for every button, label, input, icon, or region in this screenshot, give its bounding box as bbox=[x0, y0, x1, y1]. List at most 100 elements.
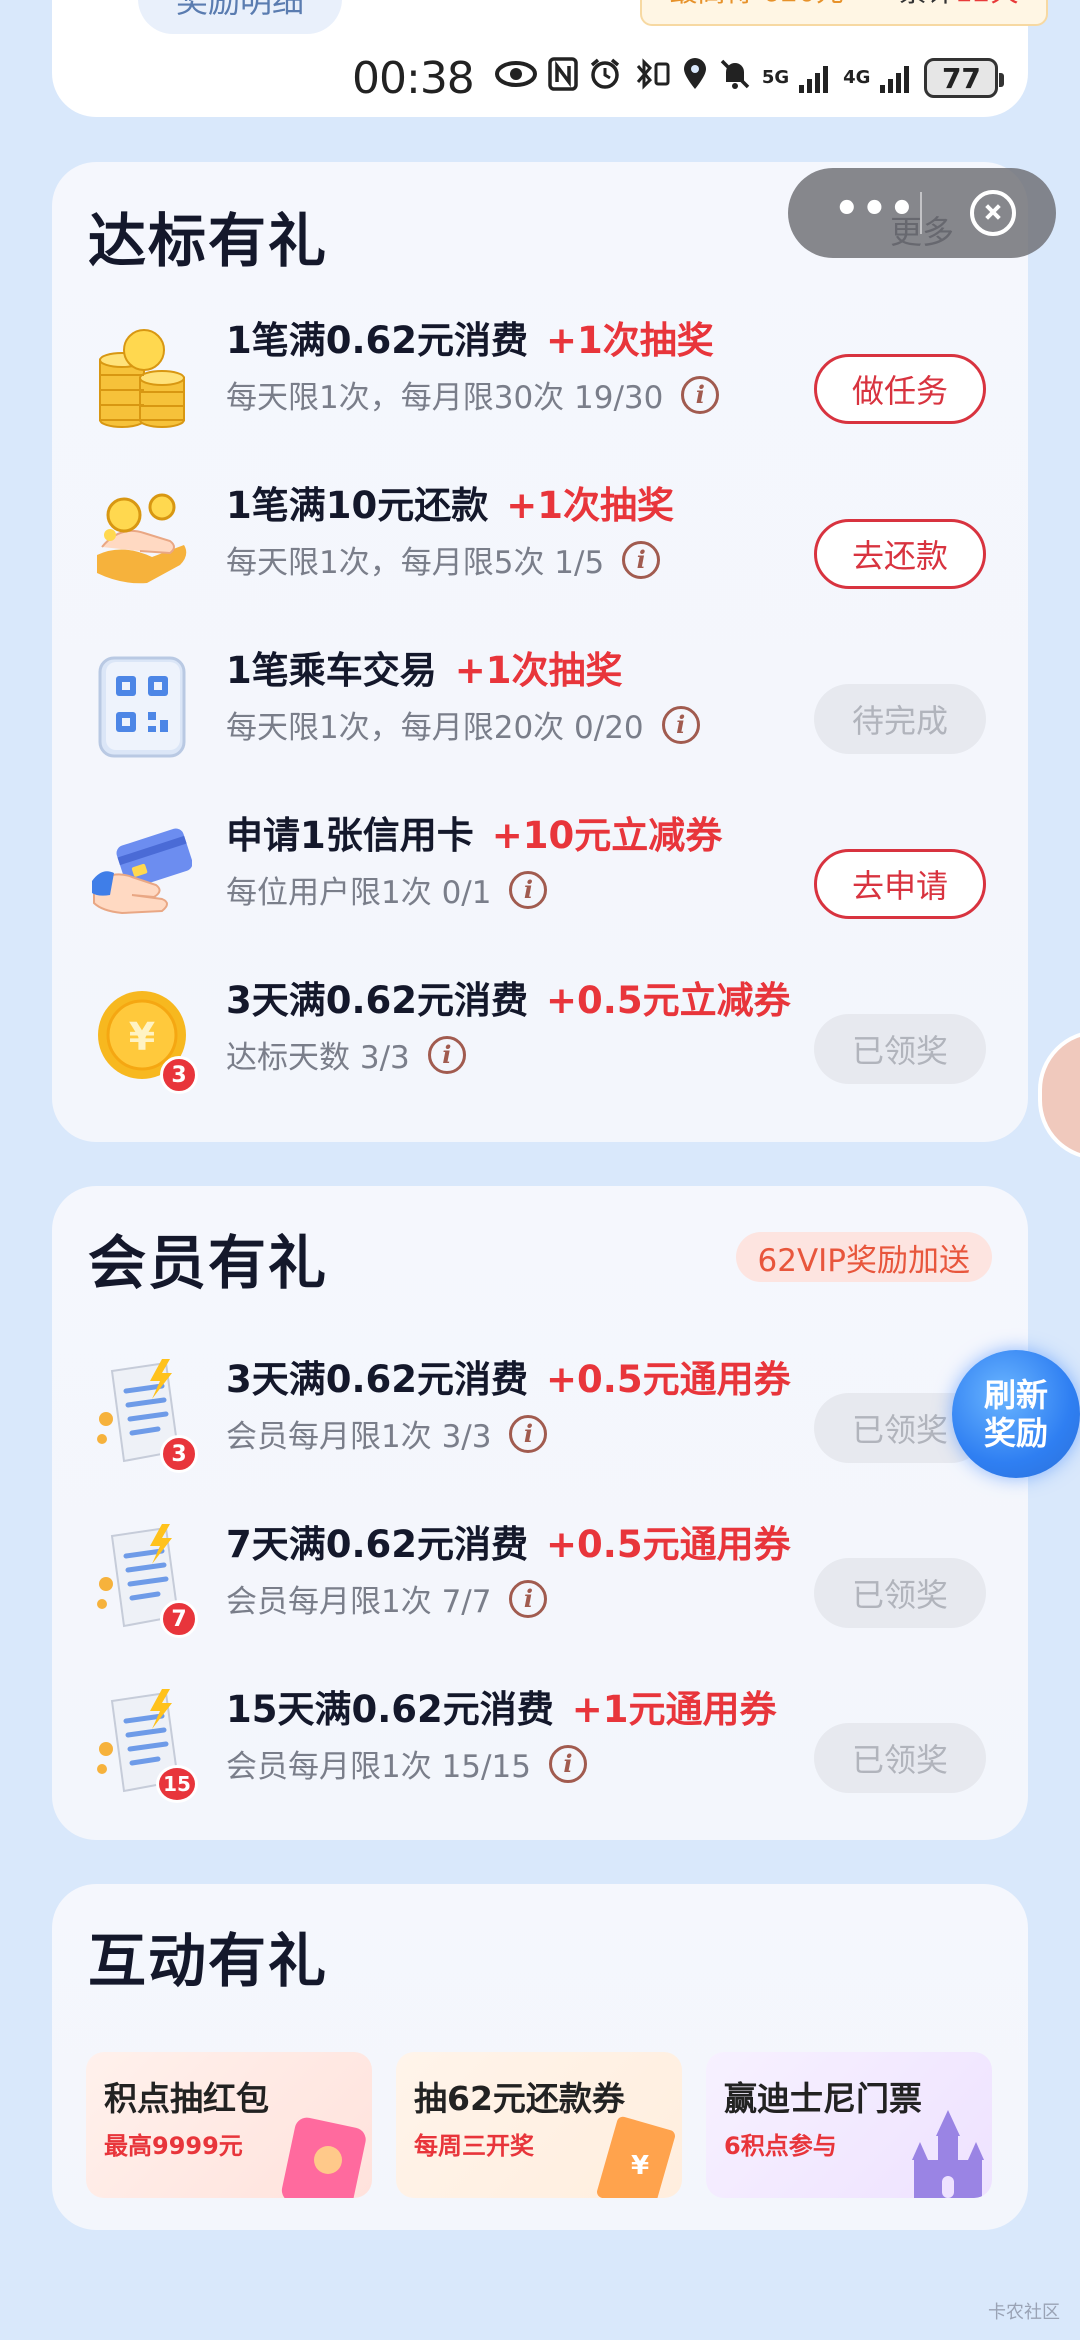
task-row: 1笔满10元还款 +1次抽奖 每天限1次，每月限5次 1/5 i 去还款 bbox=[52, 475, 1028, 615]
vip-bonus-tag: 62VIP奖励加送 bbox=[735, 1232, 992, 1282]
task-subtitle: 会员每月限1次 15/15 i bbox=[226, 1741, 587, 1786]
task-name: 1笔满0.62元消费 bbox=[226, 319, 529, 362]
coupon-ticket-icon: ¥ bbox=[597, 2116, 675, 2198]
info-icon[interactable]: i bbox=[661, 705, 700, 744]
task-row: 1笔满0.62元消费 +1次抽奖 每天限1次，每月限30次 19/30 i 做任务 bbox=[52, 310, 1028, 450]
svg-text:¥: ¥ bbox=[129, 1015, 155, 1059]
button-label: 去申请 bbox=[851, 867, 948, 905]
task-name: 1笔满10元还款 bbox=[226, 484, 489, 527]
claimed-button: 已领奖 bbox=[814, 1558, 986, 1628]
task-limit: 会员每月限1次 15/15 bbox=[226, 1749, 531, 1785]
task-reward: +10元立减券 bbox=[491, 814, 723, 857]
reward-detail-label: 奖励明细 bbox=[175, 0, 304, 20]
task-subtitle: 每位用户限1次 0/1 i bbox=[226, 867, 548, 912]
mini-program-capsule: ••• bbox=[788, 168, 1056, 258]
vip-tag-label: 62VIP奖励加送 bbox=[757, 1242, 971, 1279]
do-task-button[interactable]: 做任务 bbox=[814, 354, 986, 424]
task-subtitle: 每天限1次，每月限5次 1/5 i bbox=[226, 537, 661, 582]
streak-days: 累计12天 bbox=[899, 0, 1019, 10]
section-title-vip: 会员有礼 bbox=[88, 1216, 328, 1300]
info-icon[interactable]: i bbox=[548, 1744, 587, 1783]
task-name: 3天满0.62元消费 bbox=[226, 1358, 529, 1401]
task-reward: +0.5元立减券 bbox=[546, 979, 791, 1022]
task-row: 申请1张信用卡 +10元立减券 每位用户限1次 0/1 i 去申请 bbox=[52, 805, 1028, 945]
info-icon[interactable]: i bbox=[622, 540, 661, 579]
task-title: 1笔乘车交易 +1次抽奖 bbox=[226, 640, 623, 694]
max-reward: 最高得 620元 bbox=[669, 0, 843, 10]
task-limit: 会员每月限1次 3/3 bbox=[226, 1419, 492, 1455]
disney-ticket-tile[interactable]: 赢迪士尼门票 6积点参与 bbox=[706, 2052, 992, 2198]
button-label: 待完成 bbox=[851, 702, 948, 740]
pending-button: 待完成 bbox=[814, 684, 986, 754]
alarm-icon bbox=[588, 57, 622, 100]
button-label: 已领奖 bbox=[851, 1741, 948, 1779]
qr-code-icon bbox=[92, 650, 192, 760]
watermark: 卡农社区 bbox=[988, 2302, 1060, 2323]
receipt-lightning-icon: 3 bbox=[92, 1359, 198, 1473]
info-icon[interactable]: i bbox=[509, 870, 548, 909]
mute-bell-icon bbox=[718, 57, 752, 100]
info-icon[interactable]: i bbox=[681, 375, 720, 414]
task-reward: +0.5元通用券 bbox=[546, 1358, 791, 1401]
task-subtitle: 每天限1次，每月限20次 0/20 i bbox=[226, 702, 700, 747]
max-reward-prefix: 最高得 bbox=[669, 0, 753, 8]
max-reward-value: 620元 bbox=[762, 0, 843, 8]
streak-value: 12天 bbox=[955, 0, 1019, 8]
refresh-reward-button[interactable]: 刷新 奖励 bbox=[952, 1350, 1080, 1478]
more-options-icon[interactable]: ••• bbox=[834, 186, 917, 232]
info-icon[interactable]: i bbox=[509, 1579, 548, 1618]
location-icon bbox=[682, 57, 708, 100]
tile-subtitle: 每周三开奖 bbox=[414, 2132, 534, 2160]
refresh-line2: 奖励 bbox=[983, 1414, 1048, 1452]
apply-button[interactable]: 去申请 bbox=[814, 849, 986, 919]
count-badge: 7 bbox=[160, 1600, 198, 1638]
repay-coupon-tile[interactable]: 抽62元还款券 每周三开奖 ¥ bbox=[396, 2052, 682, 2198]
task-limit: 每天限1次，每月限30次 19/30 bbox=[226, 380, 664, 416]
close-icon[interactable] bbox=[970, 190, 1016, 236]
reward-detail-button[interactable]: 奖励明细 bbox=[138, 0, 342, 34]
eye-icon bbox=[494, 58, 538, 98]
info-icon[interactable]: i bbox=[509, 1414, 548, 1453]
section-title-interact: 互动有礼 bbox=[88, 1914, 328, 1998]
task-title: 7天满0.62元消费 +0.5元通用券 bbox=[226, 1514, 791, 1568]
button-label: 去还款 bbox=[851, 537, 948, 575]
task-reward: +1次抽奖 bbox=[506, 484, 674, 527]
signal-5g: 5G bbox=[762, 69, 789, 87]
info-icon[interactable]: i bbox=[427, 1035, 466, 1074]
button-label: 已领奖 bbox=[851, 1576, 948, 1614]
receipt-lightning-icon: 15 bbox=[92, 1689, 198, 1803]
gold-coin-icon: ¥ 3 bbox=[92, 980, 198, 1094]
status-bar: 00:38 5G 4G 77 bbox=[352, 52, 1005, 104]
red-envelope-icon bbox=[281, 2117, 366, 2198]
receipt-lightning-icon: 7 bbox=[92, 1524, 198, 1638]
tile-title: 赢迪士尼门票 bbox=[724, 2079, 922, 2118]
count-badge: 15 bbox=[156, 1765, 198, 1803]
count-badge: 3 bbox=[160, 1435, 198, 1473]
task-subtitle: 会员每月限1次 3/3 i bbox=[226, 1411, 548, 1456]
task-row: 3 3天满0.62元消费 +0.5元通用券 会员每月限1次 3/3 i 已领奖 bbox=[52, 1349, 1028, 1489]
battery-indicator: 77 bbox=[924, 58, 1005, 98]
task-name: 申请1张信用卡 bbox=[226, 814, 474, 857]
network-4g-label: 4G bbox=[843, 67, 871, 88]
castle-icon bbox=[912, 2110, 984, 2198]
task-limit: 每天限1次，每月限20次 0/20 bbox=[226, 710, 644, 746]
points-lottery-tile[interactable]: 积点抽红包 最高9999元 bbox=[86, 2052, 372, 2198]
battery-level: 77 bbox=[941, 61, 981, 95]
tile-subtitle: 6积点参与 bbox=[724, 2132, 837, 2160]
nfc-icon bbox=[548, 56, 578, 100]
side-floating-widget[interactable] bbox=[1038, 1030, 1080, 1160]
repay-button[interactable]: 去还款 bbox=[814, 519, 986, 589]
signal-bars-1-icon bbox=[799, 54, 833, 103]
button-label: 已领奖 bbox=[851, 1032, 948, 1070]
task-title: 1笔满0.62元消费 +1次抽奖 bbox=[226, 310, 714, 364]
task-reward: +1次抽奖 bbox=[454, 649, 623, 692]
repayment-hand-icon bbox=[92, 485, 192, 595]
credit-card-hand-icon bbox=[92, 815, 193, 925]
task-subtitle: 达标天数 3/3 i bbox=[226, 1032, 466, 1077]
task-title: 3天满0.62元消费 +0.5元立减券 bbox=[226, 970, 791, 1024]
vip-reward-card: 会员有礼 62VIP奖励加送 3 3天满0.62元消费 +0.5元通用券 会员每月… bbox=[52, 1186, 1028, 1840]
task-name: 1笔乘车交易 bbox=[226, 649, 437, 692]
task-reward: +1次抽奖 bbox=[546, 319, 714, 362]
claimed-button: 已领奖 bbox=[814, 1723, 986, 1793]
task-limit: 每位用户限1次 0/1 bbox=[226, 875, 492, 911]
